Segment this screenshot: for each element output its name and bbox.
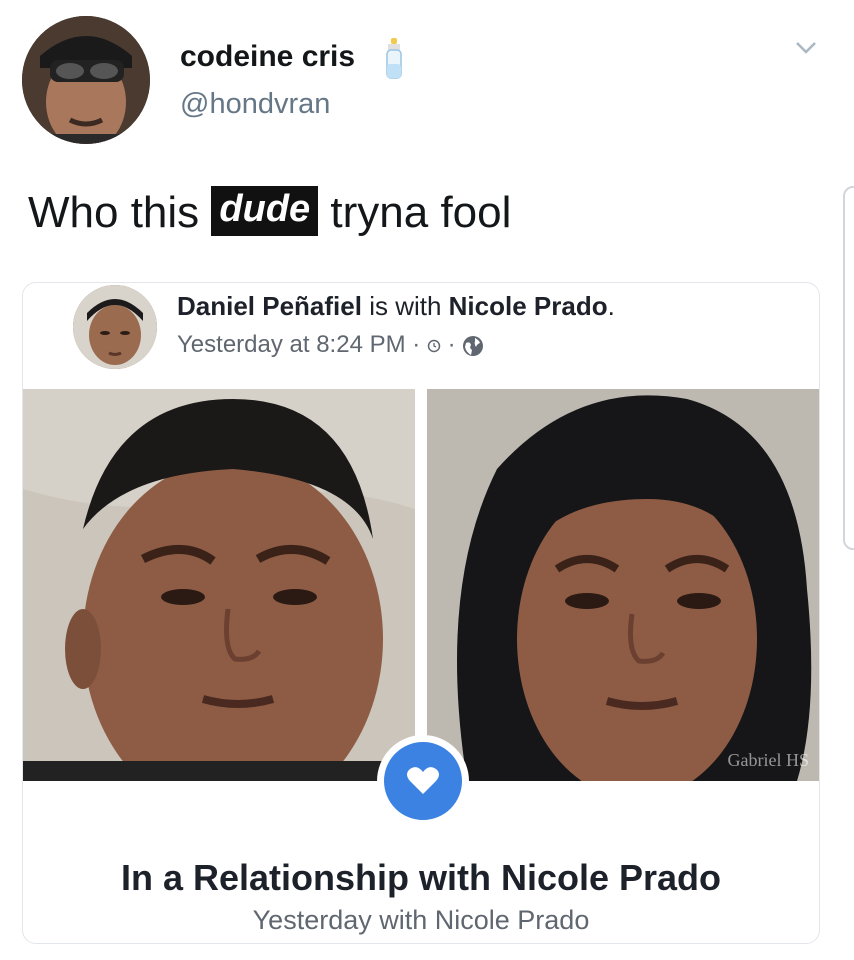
post-header: Daniel Peñafiel is with Nicole Prado. Ye… <box>73 283 813 391</box>
post-tagged-name[interactable]: Nicole Prado <box>449 291 608 321</box>
tweet-text: Who this dude tryna fool <box>28 186 512 240</box>
meta-separator-2: · <box>440 331 463 358</box>
chevron-down-icon[interactable] <box>795 40 817 56</box>
post-author-avatar[interactable] <box>73 285 157 369</box>
post-title: Daniel Peñafiel is with Nicole Prado. <box>177 291 615 322</box>
tweet-text-before: Who this <box>28 188 212 237</box>
clock-icon <box>427 339 441 352</box>
tweet-text-highlight: dude <box>211 186 319 237</box>
facebook-post-card: Daniel Peñafiel is with Nicole Prado. Ye… <box>22 282 820 944</box>
profile-avatar[interactable] <box>22 16 150 144</box>
post-timestamp[interactable]: Yesterday at 8:24 PM <box>177 331 406 358</box>
post-period: . <box>607 291 615 321</box>
heart-icon <box>407 767 439 794</box>
adjacent-panel-edge <box>843 186 854 550</box>
photo-left[interactable] <box>23 389 415 781</box>
post-meta: Yesterday at 8:24 PM · · <box>177 331 484 359</box>
relationship-heart-badge <box>377 735 469 827</box>
user-handle[interactable]: @hondvran <box>180 88 330 121</box>
relationship-subtitle: Yesterday with Nicole Prado <box>252 905 590 935</box>
display-name[interactable]: codeine cris <box>180 40 355 74</box>
baby-bottle-icon <box>386 38 402 79</box>
post-with-text: is with <box>361 291 449 321</box>
meta-separator: · <box>405 331 427 358</box>
photo-right[interactable]: Gabriel HS <box>427 389 819 781</box>
tweet-text-after: tryna fool <box>318 188 512 237</box>
post-author-name[interactable]: Daniel Peñafiel <box>177 291 362 321</box>
relationship-title: In a Relationship with Nicole Prado <box>120 857 722 898</box>
photo-watermark: Gabriel HS <box>727 750 809 770</box>
globe-icon[interactable] <box>462 335 484 357</box>
